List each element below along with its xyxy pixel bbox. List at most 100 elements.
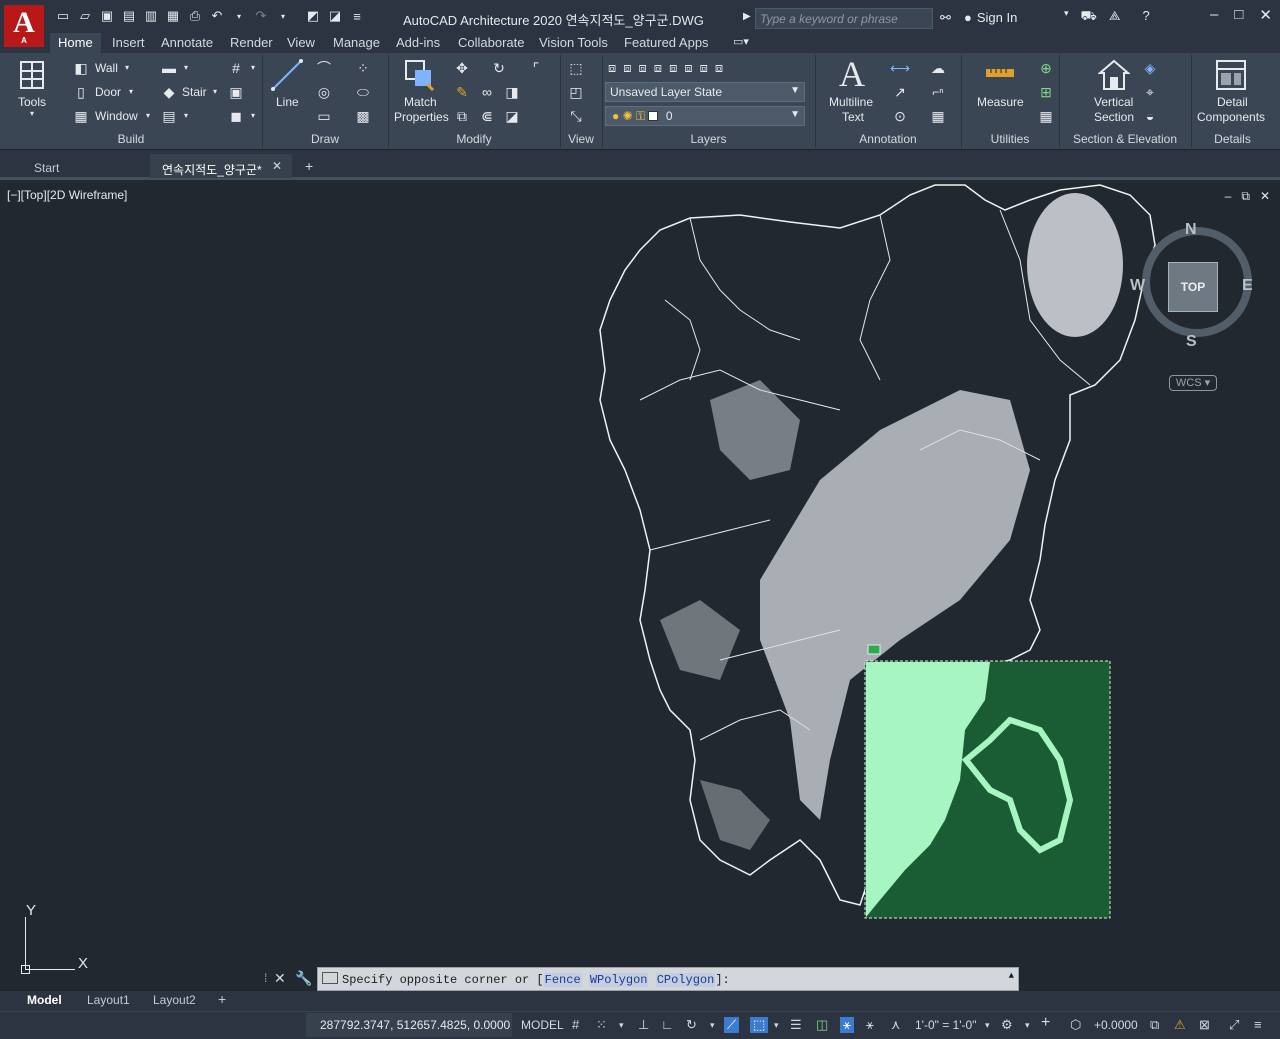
- compass-south[interactable]: S: [1186, 333, 1197, 351]
- customization-menu-icon[interactable]: ≡: [1254, 1017, 1262, 1032]
- offset-icon[interactable]: ⋐: [478, 108, 496, 124]
- slab-icon[interactable]: ◼: [227, 108, 245, 124]
- erase-icon[interactable]: ✎: [453, 84, 471, 100]
- layer-select[interactable]: ● ✺ ⚿ 0 ▼: [605, 106, 805, 126]
- save-as-icon[interactable]: ▤: [120, 7, 138, 25]
- curtain-wall-dropdown-icon[interactable]: ▾: [184, 111, 188, 120]
- clean-screen-icon[interactable]: ⤢: [1229, 1017, 1239, 1033]
- door-button[interactable]: Door: [95, 85, 121, 99]
- stair-dropdown-icon[interactable]: ▾: [213, 87, 217, 96]
- add-layout-icon[interactable]: +: [218, 991, 226, 1007]
- rectangle-icon[interactable]: ▭: [314, 108, 334, 124]
- application-menu-button[interactable]: A A: [4, 5, 44, 47]
- tab-render[interactable]: Render: [222, 33, 281, 53]
- circle-icon[interactable]: ◎: [314, 84, 334, 100]
- project-browser-icon[interactable]: ◪: [326, 7, 344, 25]
- fillet-icon[interactable]: ⌜: [527, 60, 545, 76]
- line-button[interactable]: Line: [276, 95, 299, 109]
- grid-display-icon[interactable]: #: [572, 1017, 579, 1032]
- panel-details-title[interactable]: Details: [1191, 132, 1274, 149]
- customize-wrench-icon[interactable]: 🔧: [295, 970, 312, 987]
- panel-annotation-title[interactable]: Annotation: [815, 132, 961, 149]
- window-dropdown-icon[interactable]: ▾: [146, 111, 150, 120]
- grid-dropdown-icon[interactable]: ▾: [251, 63, 255, 72]
- save-web-icon[interactable]: ▦: [164, 7, 182, 25]
- command-line-grip-icon[interactable]: ⁞: [264, 971, 267, 985]
- ellipse-icon[interactable]: ⬭: [353, 84, 373, 100]
- section-button[interactable]: Section: [1094, 110, 1134, 124]
- tab-model[interactable]: Model: [27, 993, 62, 1007]
- section-mark-icon[interactable]: ◒: [1141, 108, 1159, 124]
- snap-mode-icon[interactable]: ⁙: [596, 1017, 607, 1033]
- wall-button[interactable]: Wall: [95, 61, 118, 75]
- elevation-icon[interactable]: ⌖: [1141, 84, 1159, 100]
- hardware-acceleration-icon[interactable]: ⊠: [1199, 1017, 1210, 1033]
- search-expand-icon[interactable]: ▶: [743, 11, 751, 22]
- layer-state-select[interactable]: Unsaved Layer State ▼: [605, 82, 805, 102]
- viewcube-top-face[interactable]: TOP: [1168, 262, 1218, 312]
- a360-icon[interactable]: ⟁: [1109, 8, 1121, 26]
- vertical-section-icon[interactable]: [1098, 58, 1130, 92]
- tab-layout2[interactable]: Layout2: [153, 993, 196, 1007]
- command-prompt-icon[interactable]: [322, 972, 338, 984]
- open-web-icon[interactable]: ▥: [142, 7, 160, 25]
- compass-east[interactable]: E: [1242, 277, 1253, 295]
- new-tab-icon[interactable]: +: [305, 158, 313, 174]
- lineweight-icon[interactable]: ☰: [790, 1017, 802, 1033]
- panel-draw-title[interactable]: Draw: [262, 132, 388, 149]
- polar-dropdown-icon[interactable]: ▾: [710, 1020, 715, 1031]
- workspace-gear-icon[interactable]: ⚙: [1001, 1017, 1013, 1033]
- layer-tools-icons[interactable]: ⧈⧈⧈⧈⧈⧈⧈⧈: [608, 59, 813, 77]
- tab-add-ins[interactable]: Add-ins: [388, 33, 448, 53]
- match-properties-icon[interactable]: [403, 58, 435, 92]
- save-icon[interactable]: ▣: [98, 7, 116, 25]
- slab-dropdown-icon[interactable]: ▾: [251, 111, 255, 120]
- table-icon[interactable]: ▦: [928, 108, 948, 124]
- quick-select-icon[interactable]: ⊕: [1037, 60, 1055, 76]
- cpolygon-option[interactable]: CPolygon: [655, 973, 716, 987]
- viewport-close-icon[interactable]: ✕: [1260, 189, 1270, 204]
- panel-utilities-title[interactable]: Utilities: [961, 132, 1059, 149]
- elevation-value[interactable]: +0.0000: [1094, 1018, 1138, 1032]
- plot-icon[interactable]: ⎙: [186, 7, 204, 25]
- minimize-icon[interactable]: –: [1210, 6, 1218, 24]
- wall-dropdown-icon[interactable]: ▾: [125, 63, 129, 72]
- compass-west[interactable]: W: [1130, 277, 1145, 295]
- wpolygon-option[interactable]: WPolygon: [588, 973, 649, 987]
- add-icon[interactable]: +: [1041, 1014, 1050, 1032]
- tab-featured-apps[interactable]: Featured Apps: [616, 33, 717, 53]
- revision-cloud-icon[interactable]: ☁: [928, 60, 948, 76]
- detail-components-icon[interactable]: [1214, 58, 1248, 92]
- match-button[interactable]: Match: [404, 95, 437, 109]
- calculator-icon[interactable]: ▦: [1037, 108, 1055, 124]
- tab-layout1[interactable]: Layout1: [87, 993, 130, 1007]
- annotation-scale-icon[interactable]: ⋏: [891, 1017, 901, 1033]
- snap-dropdown-icon[interactable]: ▾: [619, 1020, 624, 1031]
- tab-insert[interactable]: Insert: [104, 33, 153, 53]
- point-icon[interactable]: ⁘: [353, 60, 373, 76]
- window-button[interactable]: Window: [95, 109, 138, 123]
- wcs-menu-button[interactable]: WCS ▾: [1169, 375, 1217, 391]
- scale-dropdown-icon[interactable]: ▾: [985, 1020, 990, 1031]
- multiline-button[interactable]: Multiline: [829, 95, 873, 109]
- cart-icon[interactable]: ⛟: [1081, 8, 1097, 26]
- help-icon[interactable]: ?: [1143, 8, 1150, 26]
- viewport-restore-icon[interactable]: ⧉: [1241, 189, 1250, 204]
- auto-scale-icon[interactable]: ⚹: [866, 1017, 874, 1033]
- sheet-set-icon[interactable]: ◩: [304, 7, 322, 25]
- undo-icon[interactable]: ↶: [208, 7, 226, 25]
- ribbon-toggle-icon[interactable]: ▭▾: [733, 35, 749, 48]
- panel-layers-title[interactable]: Layers: [602, 132, 815, 149]
- dimension-icon[interactable]: ⟷: [890, 60, 910, 76]
- notification-icon[interactable]: ⚠: [1174, 1017, 1186, 1033]
- close-icon[interactable]: ✕: [1259, 6, 1272, 24]
- tab-vision-tools[interactable]: Vision Tools: [531, 33, 616, 53]
- new-file-icon[interactable]: ▭: [54, 7, 72, 25]
- select-similar-icon[interactable]: ⊞: [1037, 84, 1055, 100]
- tab-collaborate[interactable]: Collaborate: [450, 33, 533, 53]
- isometric-drafting-icon[interactable]: ⟋: [724, 1017, 740, 1033]
- keynote-icon[interactable]: ⌐ⁿ: [928, 84, 948, 100]
- tab-home[interactable]: Home: [50, 33, 101, 53]
- array-icon[interactable]: ∞: [478, 84, 496, 100]
- tab-manage[interactable]: Manage: [325, 33, 388, 53]
